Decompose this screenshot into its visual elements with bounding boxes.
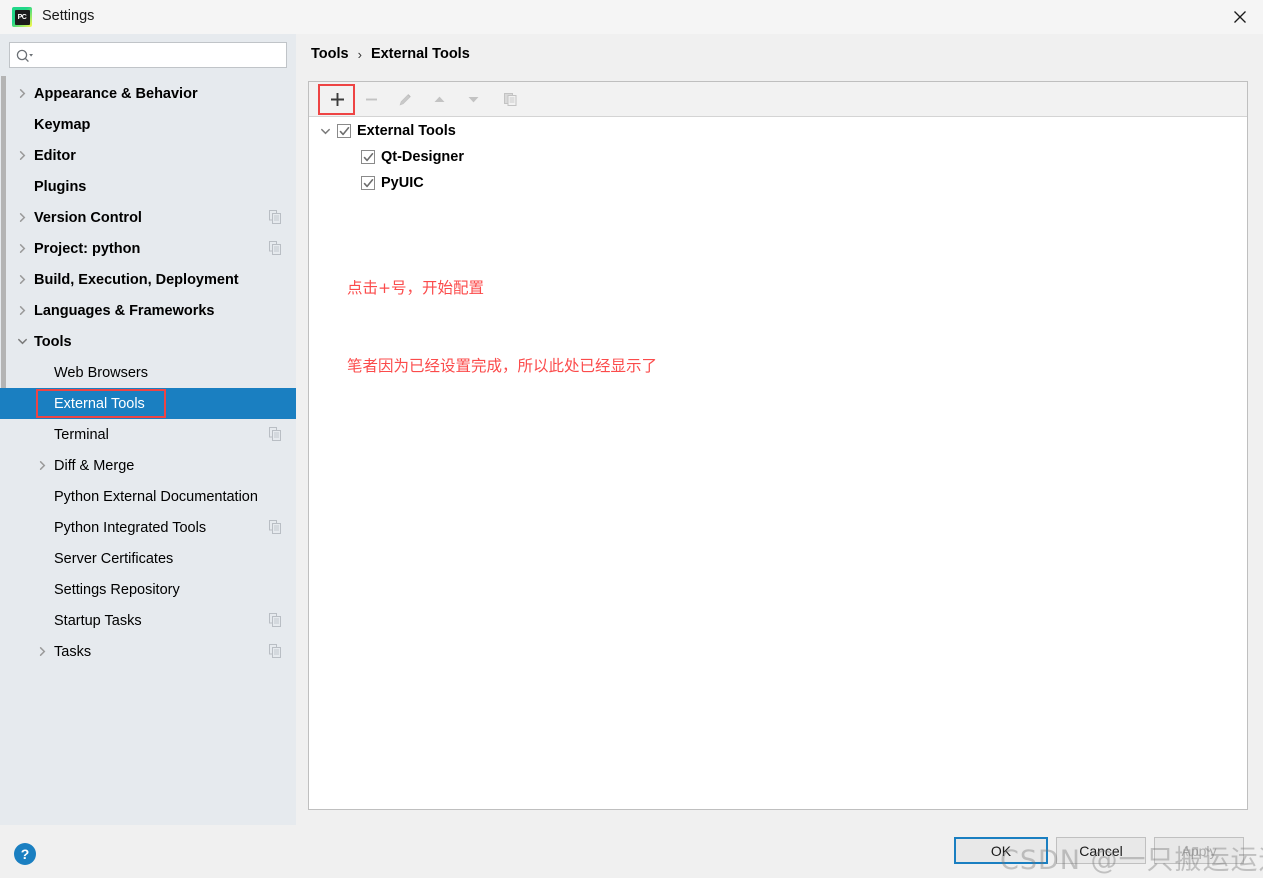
sidebar-item-startup-tasks[interactable]: Startup Tasks [0,605,296,636]
tool-tree-root-row[interactable]: External Tools [309,118,1247,144]
sidebar-item-label: Version Control [34,209,142,226]
sidebar-item-label: Editor [34,147,76,164]
apply-button[interactable]: Apply [1154,837,1244,864]
sidebar-item-label: Appearance & Behavior [34,85,198,102]
sidebar-item-editor[interactable]: Editor [0,140,296,171]
external-tools-tree: External Tools Qt-Designer PyUIC [309,118,1247,196]
tool-tree-item[interactable]: PyUIC [309,170,1247,196]
sidebar-item-label: Languages & Frameworks [34,302,215,319]
sidebar-item-label: Server Certificates [54,550,174,567]
sidebar-item-label: Tasks [54,643,92,660]
remove-tool-button[interactable] [354,82,388,116]
tool-tree-item[interactable]: Qt-Designer [309,144,1247,170]
tool-tree-root-label: External Tools [357,123,456,139]
project-scope-icon [269,427,282,441]
breadcrumb-separator-icon: › [357,46,362,62]
settings-sidebar: Appearance & Behavior Keymap Editor Plugins… [0,34,296,825]
annotation-line-1: 点击+号，开始配置 [347,279,484,297]
sidebar-item-keymap[interactable]: Keymap [0,109,296,140]
window-title: Settings [42,8,95,24]
checkbox-external-tools[interactable] [337,124,351,138]
sidebar-item-label: Build, Execution, Deployment [34,271,239,288]
sidebar-item-version-control[interactable]: Version Control [0,202,296,233]
sidebar-item-label: External Tools [54,395,145,412]
pycharm-logo-text: PC [14,9,30,25]
chevron-right-icon[interactable] [14,272,30,288]
sidebar-item-tools[interactable]: Tools [0,326,296,357]
project-scope-icon [269,644,282,658]
chevron-down-icon[interactable] [14,334,30,350]
sidebar-item-label: Startup Tasks [54,612,142,629]
checkbox-pyuic[interactable] [361,176,375,190]
sidebar-item-server-certificates[interactable]: Server Certificates [0,543,296,574]
search-input[interactable] [40,43,282,67]
move-up-button[interactable] [422,82,456,116]
annotation-line-2: 笔者因为已经设置完成，所以此处已经显示了 [347,357,658,375]
sidebar-item-label: Python Integrated Tools [54,519,207,536]
sidebar-item-label: Diff & Merge [54,457,135,474]
settings-dialog: PC Settings Appearance & Behavior Keymap E… [0,0,1263,878]
sidebar-item-terminal[interactable]: Terminal [0,419,296,450]
sidebar-item-label: Terminal [54,426,109,443]
project-scope-icon [269,241,282,255]
chevron-right-icon[interactable] [14,241,30,257]
tool-tree-item-label: PyUIC [381,175,424,191]
tools-toolbar [309,82,1247,117]
sidebar-item-label: Tools [34,333,72,350]
sidebar-item-label: Plugins [34,178,87,195]
chevron-right-icon[interactable] [14,148,30,164]
breadcrumb-parent[interactable]: Tools [311,46,349,62]
sidebar-item-appearance-behavior[interactable]: Appearance & Behavior [0,78,296,109]
ok-button[interactable]: OK [954,837,1048,864]
chevron-right-icon[interactable] [14,86,30,102]
sidebar-item-python-integrated-tools[interactable]: Python Integrated Tools [0,512,296,543]
sidebar-item-diff-merge[interactable]: Diff & Merge [0,450,296,481]
sidebar-item-languages-frameworks[interactable]: Languages & Frameworks [0,295,296,326]
pycharm-logo-icon: PC [12,7,32,27]
tool-tree-item-label: Qt-Designer [381,149,464,165]
sidebar-item-tasks[interactable]: Tasks [0,636,296,667]
sidebar-item-web-browsers[interactable]: Web Browsers [0,357,296,388]
title-bar: PC Settings [0,0,1263,34]
dialog-footer: ? OK Cancel Apply [0,825,1263,878]
sidebar-item-label: Keymap [34,116,91,133]
annotation-text: 点击+号，开始配置 笔者因为已经设置完成，所以此处已经显示了 [347,223,657,431]
sidebar-item-label: Web Browsers [54,364,149,381]
sidebar-item-settings-repository[interactable]: Settings Repository [0,574,296,605]
sidebar-item-project-python[interactable]: Project: python [0,233,296,264]
breadcrumb: Tools › External Tools [311,46,470,62]
chevron-down-icon[interactable] [318,124,332,138]
chevron-right-icon[interactable] [34,644,50,660]
sidebar-item-python-external-documentation[interactable]: Python External Documentation [0,481,296,512]
sidebar-item-label: Project: python [34,240,141,257]
search-box[interactable] [9,42,287,68]
project-scope-icon [269,520,282,534]
sidebar-item-build-execution-deployment[interactable]: Build, Execution, Deployment [0,264,296,295]
chevron-right-icon[interactable] [14,303,30,319]
project-scope-icon [269,613,282,627]
sidebar-item-label: Python External Documentation [54,488,258,505]
sidebar-item-external-tools[interactable]: External Tools [0,388,296,419]
cancel-button[interactable]: Cancel [1056,837,1146,864]
edit-tool-button[interactable] [388,82,422,116]
copy-tool-button[interactable] [493,82,527,116]
close-icon[interactable] [1217,0,1263,34]
move-down-button[interactable] [456,82,490,116]
project-scope-icon [269,210,282,224]
settings-category-tree: Appearance & Behavior Keymap Editor Plugins… [0,78,296,667]
external-tools-panel: External Tools Qt-Designer PyUIC 点击+号，开始配置… [308,81,1248,810]
help-icon[interactable]: ? [14,843,36,865]
sidebar-item-label: Settings Repository [54,581,180,598]
search-icon [16,47,38,65]
chevron-right-icon[interactable] [14,210,30,226]
breadcrumb-current: External Tools [370,46,470,62]
sidebar-item-plugins[interactable]: Plugins [0,171,296,202]
checkbox-qt-designer[interactable] [361,150,375,164]
chevron-right-icon[interactable] [34,458,50,474]
add-tool-button[interactable] [320,82,354,116]
